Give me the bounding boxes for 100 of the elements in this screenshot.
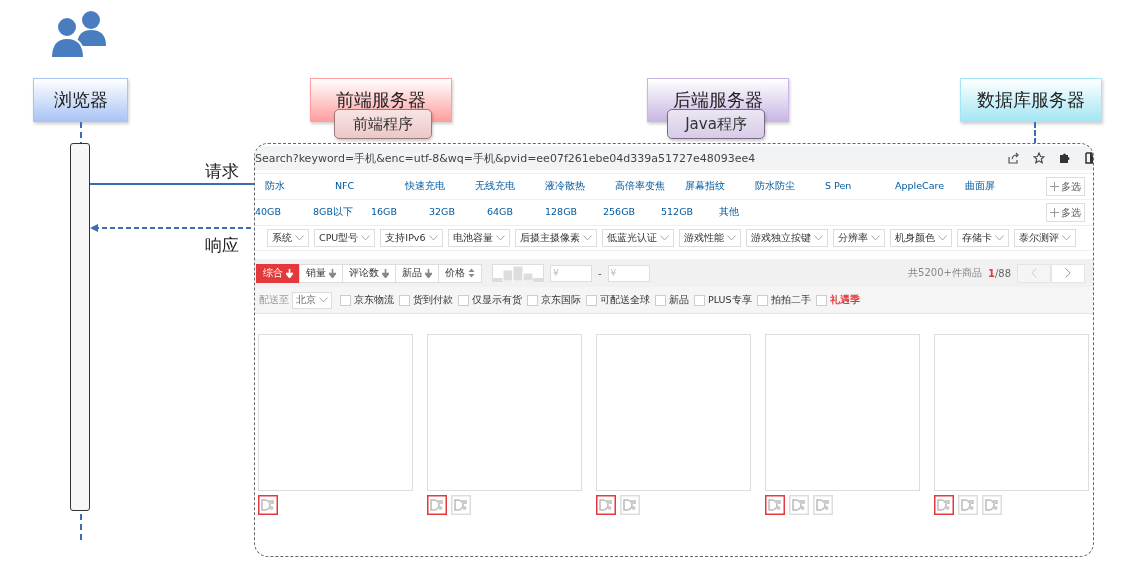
checkbox-label[interactable]: PLUS专享 — [708, 293, 752, 307]
chevron-down-icon — [428, 235, 438, 241]
filter-dropdown[interactable]: 后摄主摄像素 — [514, 229, 597, 247]
swatch-icon[interactable] — [765, 495, 785, 515]
category-link[interactable]: 其他 — [719, 206, 777, 219]
filter-dropdown[interactable]: 游戏独立按键 — [745, 229, 828, 247]
swatch-icon[interactable] — [596, 495, 616, 515]
checkbox[interactable] — [340, 294, 351, 306]
sort-arrows-icon — [468, 268, 475, 278]
sort-tab[interactable]: 评论数 — [342, 263, 396, 283]
result-count: 共5200+件商品 — [908, 266, 982, 280]
city-dropdown[interactable]: 北京 — [292, 291, 332, 309]
sort-tab[interactable]: 综合 — [256, 263, 300, 283]
multi-select-button[interactable]: 多选 — [1046, 177, 1085, 196]
chevron-left-icon — [1031, 268, 1037, 278]
delivery-label: 配送至 — [259, 293, 289, 307]
category-link[interactable]: 128GB — [545, 206, 603, 219]
price-field[interactable]: ¥ — [550, 264, 592, 282]
filter-dropdown[interactable]: 存储卡 — [956, 229, 1009, 247]
checkbox[interactable] — [756, 294, 768, 306]
checkbox-label[interactable]: 仅显示有货 — [472, 293, 522, 307]
checkbox-label[interactable]: 礼遇季 — [829, 293, 860, 307]
filter-dropdown[interactable]: 游戏性能 — [678, 229, 741, 247]
category-link[interactable]: 快速充电 — [405, 180, 475, 193]
price-field[interactable]: ¥ — [607, 264, 650, 282]
arrow-down-icon — [329, 268, 336, 278]
previous-page-button[interactable] — [1017, 263, 1051, 283]
category-link[interactable]: NFC — [335, 180, 405, 193]
category-link[interactable]: 无线充电 — [475, 180, 545, 193]
chevron-down-icon — [361, 235, 371, 241]
category-link[interactable]: 64GB — [487, 206, 545, 219]
arrow-down-icon — [286, 268, 293, 278]
swatch-icon[interactable] — [934, 495, 954, 515]
next-page-button[interactable] — [1051, 263, 1085, 283]
sort-tab[interactable]: 销量 — [299, 263, 343, 283]
checkbox[interactable] — [527, 294, 538, 306]
checkbox[interactable] — [458, 294, 469, 306]
page-total: /88 — [994, 267, 1011, 279]
chevron-down-icon — [870, 235, 880, 241]
checkbox-label[interactable]: 货到付款 — [413, 293, 453, 307]
category-link[interactable]: 曲面屏 — [965, 180, 1035, 193]
chevron-down-icon — [994, 235, 1004, 241]
category-link[interactable]: 防水 — [265, 180, 335, 193]
filter-dropdown[interactable]: CPU型号 — [314, 229, 376, 247]
checkbox-label[interactable]: 京东国际 — [541, 293, 581, 307]
category-link[interactable]: 防水防尘 — [755, 180, 825, 193]
plus-icon — [1050, 208, 1059, 217]
chevron-down-icon — [295, 235, 304, 241]
sort-tab[interactable]: 新品 — [395, 263, 439, 283]
checkbox[interactable] — [694, 294, 705, 306]
url-text: Search?keyword=手机&enc=utf-8&wq=手机&pvid=ee07f261ebe04d339a51727e48093ee4 — [255, 150, 757, 166]
puzzle-icon[interactable] — [1059, 152, 1071, 164]
filter-dropdown[interactable]: 支持IPv6 — [380, 229, 443, 247]
histogram-icon[interactable] — [492, 264, 544, 282]
category-link[interactable]: 液冷散热 — [545, 180, 615, 193]
filter-dropdown[interactable]: 机身颜色 — [889, 229, 952, 247]
chevron-down-icon — [813, 235, 823, 241]
checkbox[interactable] — [655, 294, 666, 306]
filter-dropdown[interactable]: 系统 — [267, 229, 309, 247]
plus-icon — [1050, 182, 1059, 191]
chevron-down-icon — [1061, 235, 1071, 241]
chevron-down-icon — [319, 297, 328, 303]
filter-dropdown[interactable]: 低蓝光认证 — [601, 229, 674, 247]
category-link[interactable]: 高倍率变焦 — [615, 180, 685, 193]
message-label: 请求 — [205, 160, 239, 183]
category-link[interactable]: AppleCare — [895, 180, 965, 193]
category-link[interactable]: 512GB — [661, 206, 719, 219]
checkbox-label[interactable]: 京东物流 — [354, 293, 394, 307]
category-link[interactable]: 40GB — [255, 206, 313, 219]
filter-dropdown[interactable]: 电池容量 — [447, 229, 510, 247]
sort-tab[interactable]: 价格 — [438, 263, 482, 283]
checkbox[interactable] — [586, 294, 597, 306]
category-link[interactable]: 256GB — [603, 206, 661, 219]
category-link[interactable]: 8GB以下 — [313, 206, 371, 219]
checkbox-label[interactable]: 拍拍二手 — [770, 293, 811, 307]
message-label: 响应 — [205, 234, 239, 257]
multi-select-button[interactable]: 多选 — [1046, 203, 1085, 222]
category-link[interactable]: 16GB — [371, 206, 429, 219]
category-link[interactable]: S Pen — [825, 180, 895, 193]
star-icon[interactable] — [1033, 152, 1045, 164]
chevron-down-icon — [937, 235, 947, 241]
chevron-down-icon — [659, 235, 669, 241]
chevron-down-icon — [582, 235, 592, 241]
checkbox-label[interactable]: 可配送全球 — [600, 293, 650, 307]
category-link[interactable]: 32GB — [429, 206, 487, 219]
actor-box: 数据库服务器 — [960, 78, 1102, 122]
filter-dropdown[interactable]: 分辨率 — [832, 229, 885, 247]
category-link[interactable]: 屏幕指纹 — [685, 180, 755, 193]
checkbox[interactable] — [399, 294, 410, 306]
checkbox-label[interactable]: 新品 — [669, 293, 689, 307]
component-tag: Java程序 — [667, 109, 765, 139]
arrow-down-icon — [425, 268, 432, 278]
sidebar-icon[interactable] — [1085, 152, 1093, 164]
filter-dropdown[interactable]: 泰尔测评 — [1013, 229, 1076, 247]
share-icon[interactable] — [1007, 152, 1019, 164]
chevron-down-icon — [726, 235, 736, 241]
swatch-icon[interactable] — [427, 495, 447, 515]
chevron-right-icon — [1065, 268, 1071, 278]
swatch-icon[interactable] — [258, 495, 278, 515]
checkbox[interactable] — [815, 294, 827, 306]
